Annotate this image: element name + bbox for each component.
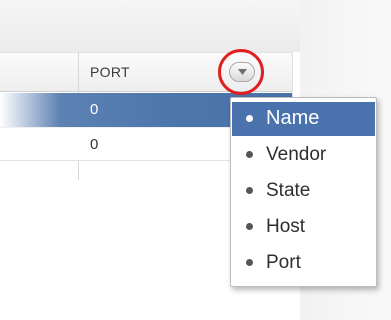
menu-item-port[interactable]: Port (232, 246, 375, 280)
menu-item-label: State (266, 180, 311, 201)
menu-item-host[interactable]: Host (232, 210, 375, 244)
screenshot-canvas: PORT 0 0 Name Vendor State Host Port (0, 0, 391, 320)
bullet-icon (246, 115, 253, 122)
menu-item-label: Vendor (266, 144, 327, 165)
menu-item-label: Port (266, 252, 301, 273)
bullet-icon (246, 223, 253, 230)
menu-item-name[interactable]: Name (232, 102, 375, 136)
menu-item-label: Host (266, 216, 306, 237)
bullet-icon (246, 151, 253, 158)
menu-item-label: Name (266, 107, 320, 129)
highlight-circle-annotation (218, 49, 264, 95)
port-cell: 0 (90, 101, 99, 118)
column-dropdown-menu: Name Vendor State Host Port (230, 97, 377, 287)
menu-item-vendor[interactable]: Vendor (232, 138, 375, 172)
column-header-port[interactable]: PORT (90, 64, 130, 80)
bullet-icon (246, 259, 253, 266)
menu-item-state[interactable]: State (232, 174, 375, 208)
toolbar-area (0, 0, 300, 52)
bullet-icon (246, 187, 253, 194)
port-cell: 0 (90, 136, 99, 153)
